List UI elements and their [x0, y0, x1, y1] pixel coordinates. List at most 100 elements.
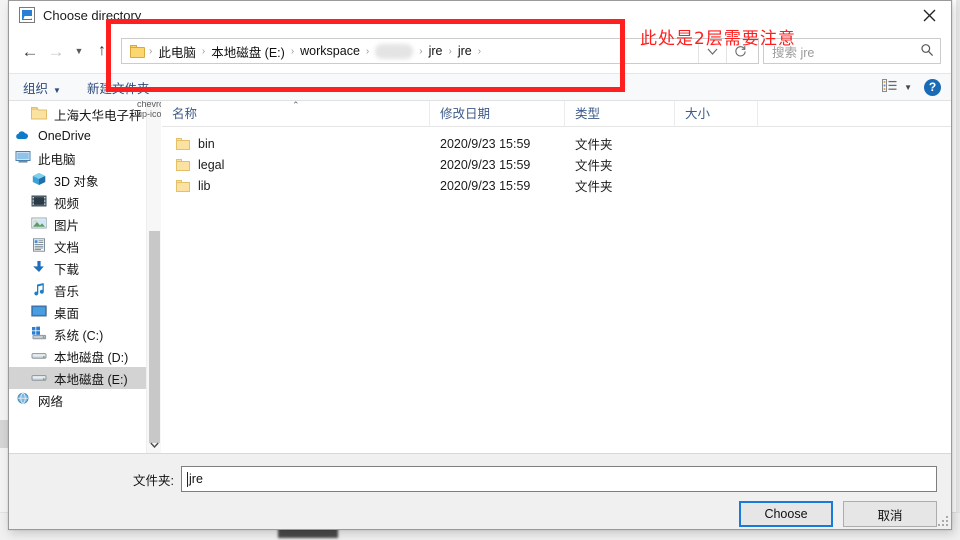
file-type-cell: 文件夹	[575, 138, 613, 152]
drive-icon	[31, 348, 47, 364]
sidebar-item-9[interactable]: 桌面	[9, 301, 161, 323]
breadcrumb-separator: ›	[477, 45, 482, 57]
dialog-footer: 文件夹: jre Choose 取消	[9, 453, 951, 529]
file-name-text: legal	[198, 157, 225, 172]
drive-icon	[31, 370, 47, 386]
file-date-cell: 2020/9/23 15:59	[440, 157, 531, 172]
chevron-down-icon[interactable]	[147, 437, 161, 453]
annotation-note: 此处是2层需要注意	[640, 29, 796, 49]
command-bar: 组织 ▼ 新建文件夹 ▼ ?	[9, 73, 951, 101]
downloads-icon	[31, 260, 47, 276]
table-row[interactable]: bin 2020/9/23 15:59 文件夹	[162, 133, 951, 154]
file-name-cell: bin	[162, 137, 430, 151]
column-header-date[interactable]: 修改日期	[430, 100, 565, 127]
breadcrumb-item-0[interactable]: 此电脑	[153, 42, 201, 61]
sidebar-item-label: 桌面	[54, 306, 80, 321]
sidebar-item-label: 本地磁盘 (D:)	[54, 350, 129, 365]
sidebar-item-label: 此电脑	[38, 152, 76, 167]
column-header-type[interactable]: 类型	[565, 100, 675, 127]
chevron-down-icon: ▼	[53, 85, 61, 95]
sidebar-item-8[interactable]: 音乐	[9, 279, 161, 301]
folder-icon	[176, 137, 190, 150]
file-type-cell: 文件夹	[575, 180, 613, 194]
close-icon[interactable]	[907, 1, 951, 29]
arrow-right-icon: →	[47, 41, 65, 61]
desktop-icon	[31, 304, 47, 320]
sidebar-item-6[interactable]: 文档	[9, 235, 161, 257]
file-date-cell: 2020/9/23 15:59	[440, 136, 531, 151]
command-bar-right: ▼ ?	[882, 78, 941, 96]
cancel-button[interactable]: 取消	[843, 501, 937, 527]
sidebar-item-list: 上海大华电子秤 OneDrive 此电脑 3D 对象 视频图片文档下载音乐桌面系统 (C…	[9, 101, 161, 411]
sidebar-item-7[interactable]: 下载	[9, 257, 161, 279]
sidebar-item-4[interactable]: 视频	[9, 191, 161, 213]
column-header-size[interactable]: 大小	[675, 100, 758, 127]
table-row[interactable]: legal 2020/9/23 15:59 文件夹	[162, 154, 951, 175]
this-pc-icon	[15, 150, 31, 166]
3d-objects-icon	[31, 172, 47, 188]
title-bar: Choose directory	[9, 1, 951, 29]
table-row[interactable]: lib 2020/9/23 15:59 文件夹	[162, 175, 951, 196]
breadcrumb-item-3-redacted[interactable]	[375, 43, 414, 59]
window-title: Choose directory	[43, 7, 142, 23]
sidebar-item-10[interactable]: 系统 (C:)	[9, 323, 161, 345]
organize-label: 组织	[23, 81, 49, 96]
up-button[interactable]: ↑	[89, 38, 115, 64]
file-name-text: bin	[198, 136, 215, 151]
recent-locations-button[interactable]: ▼	[69, 38, 89, 64]
view-list-icon	[882, 79, 897, 95]
navigation-bar: ← → ▼ ↑ › 此电脑 › 本地磁盘 (E:) › workspace › …	[9, 29, 951, 73]
text-caret	[187, 471, 188, 487]
arrow-left-icon: ←	[21, 41, 39, 61]
windows-drive-icon	[31, 326, 47, 342]
documents-icon	[31, 238, 47, 254]
navigation-sidebar: 上海大华电子秤 OneDrive 此电脑 3D 对象 视频图片文档下载音乐桌面系统 (C…	[9, 101, 162, 453]
choose-button[interactable]: Choose	[739, 501, 833, 527]
music-icon	[31, 282, 47, 298]
breadcrumb-item-4[interactable]: jre	[424, 44, 448, 58]
file-date-cell: 2020/9/23 15:59	[440, 178, 531, 193]
search-icon	[920, 43, 936, 60]
dialog-body: 上海大华电子秤 OneDrive 此电脑 3D 对象 视频图片文档下载音乐桌面系统 (C…	[9, 100, 951, 453]
folder-name-value: jre	[189, 472, 203, 486]
breadcrumb-item-5[interactable]: jre	[453, 44, 477, 58]
sidebar-scrollbar[interactable]: chevron-up-icon	[137, 101, 161, 453]
column-header-row: 名称 修改日期 类型 大小 ⌃	[162, 100, 951, 127]
folder-icon	[176, 158, 190, 171]
sort-indicator-icon: ⌃	[292, 100, 300, 110]
file-rows: bin 2020/9/23 15:59 文件夹 legal 2020/9/23 15:5…	[162, 127, 951, 196]
file-name-cell: lib	[162, 179, 430, 193]
sidebar-item-label: 下载	[54, 262, 80, 277]
videos-icon	[31, 194, 47, 210]
help-button[interactable]: ?	[924, 78, 941, 96]
sidebar-item-12[interactable]: 本地磁盘 (E:)	[9, 367, 161, 389]
choose-directory-dialog: Choose directory ← → ▼ ↑ › 此电脑 › 本地磁盘 (E…	[8, 0, 952, 530]
chevron-down-icon: ▼	[904, 82, 912, 92]
sidebar-item-1[interactable]: OneDrive	[9, 125, 161, 147]
organize-menu[interactable]: 组织 ▼	[23, 78, 61, 97]
arrow-up-icon: ↑	[98, 42, 106, 59]
view-options-button[interactable]: ▼	[882, 79, 912, 95]
breadcrumb-item-1[interactable]: 本地磁盘 (E:)	[206, 42, 290, 61]
chevron-up-icon[interactable]: chevron-up-icon	[137, 101, 161, 119]
sidebar-item-5[interactable]: 图片	[9, 213, 161, 235]
back-button[interactable]: ←	[17, 38, 43, 64]
new-folder-button[interactable]: 新建文件夹	[87, 78, 150, 97]
sidebar-item-label: 网络	[38, 394, 64, 409]
sidebar-item-label: 上海大华电子秤	[54, 108, 142, 123]
folder-name-input[interactable]: jre	[181, 466, 937, 492]
folder-name-row: 文件夹: jre	[9, 454, 951, 492]
folder-icon	[130, 44, 145, 58]
file-name-cell: legal	[162, 158, 430, 172]
sidebar-scrollbar-thumb[interactable]	[149, 231, 160, 443]
sidebar-item-2[interactable]: 此电脑	[9, 147, 161, 169]
sidebar-item-label: 图片	[54, 218, 80, 233]
breadcrumb-item-2[interactable]: workspace	[295, 44, 365, 58]
sidebar-item-11[interactable]: 本地磁盘 (D:)	[9, 345, 161, 367]
sidebar-item-label: 本地磁盘 (E:)	[54, 372, 128, 387]
folder-name-label: 文件夹:	[133, 473, 174, 488]
sidebar-item-3[interactable]: 3D 对象	[9, 169, 161, 191]
resize-grip[interactable]	[938, 516, 948, 526]
forward-button[interactable]: →	[43, 38, 69, 64]
sidebar-item-13[interactable]: 网络	[9, 389, 161, 411]
